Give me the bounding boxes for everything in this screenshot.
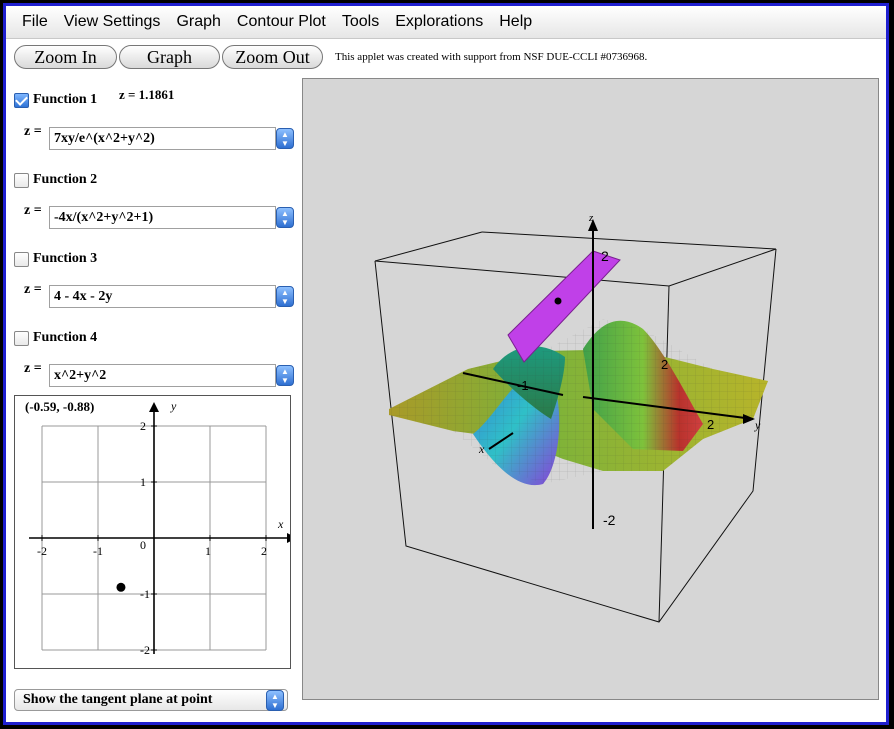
function-1-z-label: z = xyxy=(24,124,42,139)
menu-bar: File View Settings Graph Contour Plot To… xyxy=(6,6,886,39)
y-tick-label: -2 xyxy=(140,643,150,657)
function-3-checkbox[interactable] xyxy=(14,251,29,267)
function-3-toggle[interactable]: Function 3 xyxy=(14,251,97,267)
function-1-dropdown-icon[interactable]: ▲ ▼ xyxy=(276,128,294,149)
selected-point[interactable] xyxy=(116,582,126,592)
function-2-input[interactable]: -4x/(x^2+y^2+1) xyxy=(49,206,276,229)
mode-select-dropdown-icon[interactable]: ▲ ▼ xyxy=(266,690,284,711)
y-tick-label: 1 xyxy=(140,475,146,489)
function-4-label: Function 4 xyxy=(33,330,98,345)
zoom-in-button[interactable]: Zoom In xyxy=(14,45,117,69)
function-3-input[interactable]: 4 - 4x - 2y xyxy=(49,285,276,308)
menu-contour-plot[interactable]: Contour Plot xyxy=(229,13,334,31)
function-3-label: Function 3 xyxy=(33,251,98,266)
function-4-toggle[interactable]: Function 4 xyxy=(14,330,97,346)
z-value-readout: z = 1.1861 xyxy=(119,87,175,102)
z-axis-label-3d: z xyxy=(588,212,594,224)
function-4-checkbox[interactable] xyxy=(14,330,29,346)
function-1-toggle[interactable]: Function 1 xyxy=(14,92,97,108)
function-1-input[interactable]: 7xy/e^(x^2+y^2) xyxy=(49,127,276,150)
menu-view-settings[interactable]: View Settings xyxy=(56,13,169,31)
function-1-checkbox[interactable] xyxy=(14,92,29,108)
y-axis-label: y xyxy=(170,399,177,413)
function-4-dropdown-icon[interactable]: ▲ ▼ xyxy=(276,365,294,386)
function-2-label: Function 2 xyxy=(33,172,98,187)
x-tick-label: 1 xyxy=(205,544,211,558)
menu-tools[interactable]: Tools xyxy=(334,13,387,31)
x-tick-right: 2 xyxy=(707,417,714,432)
x-axis-label: x xyxy=(277,517,284,531)
surface-plot-canvas[interactable]: z y x 2 -2 2 2 -1 xyxy=(303,79,878,699)
mode-select[interactable]: Show the tangent plane at point ▲ ▼ xyxy=(14,689,288,711)
function-2-dropdown-icon[interactable]: ▲ ▼ xyxy=(276,207,294,228)
surface-plot-3d[interactable]: z y x 2 -2 2 2 -1 xyxy=(302,78,879,700)
x-tick-label: -2 xyxy=(37,544,47,558)
credit-text: This applet was created with support fro… xyxy=(335,51,648,63)
mode-select-value: Show the tangent plane at point xyxy=(23,692,213,707)
function-3-dropdown-icon[interactable]: ▲ ▼ xyxy=(276,286,294,307)
domain-plot[interactable]: (-0.59, -0.88) x y -2 -1 0 1 2 2 1 -1 -2 xyxy=(14,395,291,669)
x-tick-left: -1 xyxy=(517,378,529,393)
function-4-z-label: z = xyxy=(24,361,42,376)
menu-file[interactable]: File xyxy=(14,13,56,31)
function-2-checkbox[interactable] xyxy=(14,172,29,188)
menu-help[interactable]: Help xyxy=(491,13,540,31)
x-axis-label-3d: x xyxy=(478,442,485,456)
surface-mesh xyxy=(389,319,768,486)
y-axis-arrow-icon xyxy=(149,402,159,412)
y-axis-label-3d: y xyxy=(754,418,761,432)
function-2-toggle[interactable]: Function 2 xyxy=(14,172,97,188)
menu-graph[interactable]: Graph xyxy=(168,13,228,31)
y-tick-label: 2 xyxy=(140,419,146,433)
applet-window: File View Settings Graph Contour Plot To… xyxy=(3,3,889,725)
function-4-input[interactable]: x^2+y^2 xyxy=(49,364,276,387)
x-tick-label: 2 xyxy=(261,544,267,558)
x-tick-label: -1 xyxy=(93,544,103,558)
toolbar: Zoom In Graph Zoom Out This applet was c… xyxy=(14,44,647,70)
function-3-z-label: z = xyxy=(24,282,42,297)
x-tick-label: 0 xyxy=(140,538,146,552)
z-tick-bottom: -2 xyxy=(603,512,616,528)
x-axis-arrow-icon xyxy=(287,533,290,543)
z-tick-top: 2 xyxy=(601,248,609,264)
domain-plot-canvas[interactable]: x y -2 -1 0 1 2 2 1 -1 -2 xyxy=(15,396,290,668)
y-tick-top: 2 xyxy=(661,357,668,372)
graph-button[interactable]: Graph xyxy=(119,45,220,69)
zoom-out-button[interactable]: Zoom Out xyxy=(222,45,323,69)
menu-explorations[interactable]: Explorations xyxy=(387,13,491,31)
tangent-point xyxy=(554,297,562,305)
y-tick-label: -1 xyxy=(140,587,150,601)
function-2-z-label: z = xyxy=(24,203,42,218)
function-1-label: Function 1 xyxy=(33,92,98,107)
